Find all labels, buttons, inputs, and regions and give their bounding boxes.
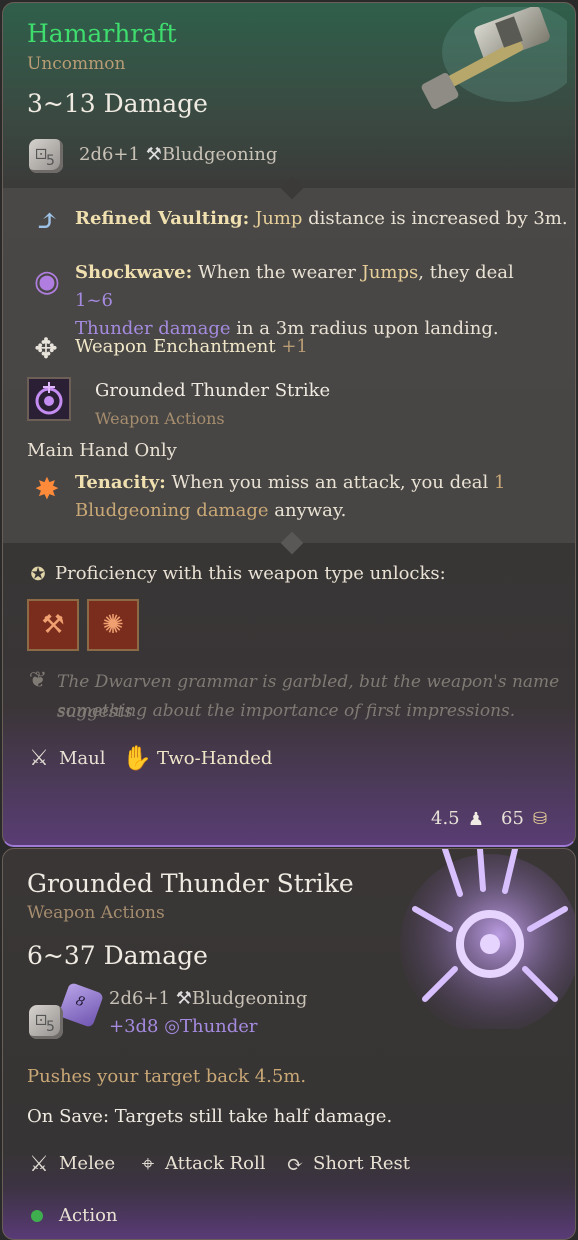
d8-dice-icon: 8 — [57, 981, 105, 1029]
action-dice-2: +3d8 — [109, 1016, 159, 1037]
flavor-text-line2: something about the importance of first … — [57, 701, 516, 721]
tag-attack-roll[interactable]: Attack Roll — [165, 1150, 266, 1178]
thunder-icon: ◎ — [164, 1016, 180, 1037]
item-damage-type: Bludgeoning — [161, 144, 278, 165]
action-damage: 6~37 Damage — [27, 941, 208, 970]
passive-text: , they deal — [418, 262, 514, 283]
item-dice: 2d6+1 — [79, 144, 140, 165]
handedness[interactable]: Two-Handed — [157, 745, 272, 773]
tenacity-icon: ✸ — [34, 471, 60, 507]
d6-dice-icon: ⚀ 5 — [29, 139, 63, 173]
warhammer-icon — [421, 7, 567, 109]
proficiency-label: Proficiency with this weapon type unlock… — [55, 563, 446, 584]
main-hand-only: Main Hand Only — [27, 440, 177, 461]
jump-link[interactable]: Jump — [255, 208, 302, 229]
weight-icon: ♟ — [467, 808, 485, 830]
push-effect: Pushes your target back 4.5m. — [27, 1066, 307, 1087]
item-weight: 4.5 — [431, 808, 460, 829]
action-category: Weapon Actions — [27, 903, 165, 923]
action-cost-dot-icon — [31, 1210, 43, 1222]
item-name: Hamarhraft — [27, 19, 177, 48]
passive-text: anyway. — [268, 500, 347, 521]
bludgeoning-icon: ⚒ — [145, 144, 162, 165]
action-tooltip: Grounded Thunder Strike Weapon Actions 6… — [2, 848, 576, 1240]
action-dice-row-1: 2d6+1 ⚒Bludgeoning — [109, 985, 307, 1013]
passive-text: When you miss an attack, you deal — [171, 472, 494, 493]
thunder-strike-emblem-icon — [400, 849, 575, 1029]
bludgeoning-icon: ⚒ — [175, 988, 192, 1009]
tenacity-passive: Tenacity: When you miss an attack, you d… — [75, 469, 555, 525]
tag-melee[interactable]: Melee — [59, 1150, 115, 1178]
passive-shockwave: Shockwave: When the wearer Jumps, they d… — [75, 259, 555, 343]
passive-text: distance is increased by 3m. — [302, 208, 568, 229]
proficiency-action-1-icon[interactable]: ⚒ — [27, 599, 79, 651]
jumps-link[interactable]: Jumps — [362, 262, 419, 283]
enchant-label: Weapon Enchantment — [75, 336, 276, 357]
vaulting-icon: ⤴ — [34, 203, 60, 239]
proficiency-action-2-icon[interactable]: ✺ — [87, 599, 139, 651]
action-type: Weapon Actions — [95, 409, 225, 428]
passive-name: Refined Vaulting: — [75, 208, 250, 229]
tenacity-damage-value: 1 — [494, 472, 506, 493]
item-dice-row: 2d6+1 ⚒Bludgeoning — [79, 141, 277, 169]
passive-name: Tenacity: — [75, 472, 166, 493]
item-rarity: Uncommon — [27, 54, 126, 74]
thunder-damage-value: 1~6 — [75, 290, 113, 311]
crosshair-icon: ⌖ — [141, 1151, 155, 1177]
action-damage-type-2: Thunder — [179, 1016, 258, 1037]
passive-refined-vaulting: Refined Vaulting: Jump distance is incre… — [75, 205, 568, 233]
flavor-quote-icon: ❦ — [28, 667, 48, 693]
grounded-thunder-strike-icon[interactable] — [27, 377, 71, 421]
d6-dice-icon: ⚀ 5 — [29, 1005, 63, 1039]
action-damage-type-1: Bludgeoning — [191, 988, 308, 1009]
bludgeoning-damage-link[interactable]: Bludgeoning damage — [75, 500, 269, 521]
weapon-type[interactable]: Maul — [59, 745, 106, 773]
d8-label: 8 — [73, 993, 87, 1011]
short-rest-icon: ⟳ — [286, 1152, 304, 1176]
action-dice-row-2: +3d8 ◎Thunder — [109, 1013, 258, 1041]
passive-text: When the wearer — [197, 262, 362, 283]
item-value: 65 — [501, 808, 524, 829]
gold-coin-icon: ⛁ — [532, 809, 548, 829]
item-damage: 3~13 Damage — [27, 89, 208, 118]
item-tooltip: Hamarhraft Uncommon 3~13 Damage ⚀ 5 2d6+1… — [2, 2, 576, 847]
on-save-effect: On Save: Targets still take half damage. — [27, 1106, 393, 1127]
shockwave-icon: ◉ — [33, 263, 61, 299]
weapon-enchantment: Weapon Enchantment +1 — [75, 333, 308, 361]
crossed-swords-icon: ⚔ — [29, 745, 49, 771]
melee-swords-icon: ⚔ — [29, 1151, 49, 1177]
action-dice-1: 2d6+1 — [109, 988, 170, 1009]
passive-name: Shockwave: — [75, 262, 193, 283]
hand-icon: ✋ — [122, 744, 152, 772]
tag-short-rest[interactable]: Short Rest — [313, 1150, 410, 1178]
enchant-value: +1 — [281, 336, 308, 357]
action-title: Grounded Thunder Strike — [27, 869, 354, 898]
action-name[interactable]: Grounded Thunder Strike — [95, 377, 330, 405]
enchantment-icon: ✥ — [34, 331, 58, 365]
proficiency-icon: ✪ — [30, 563, 46, 585]
action-cost: Action — [59, 1205, 118, 1226]
